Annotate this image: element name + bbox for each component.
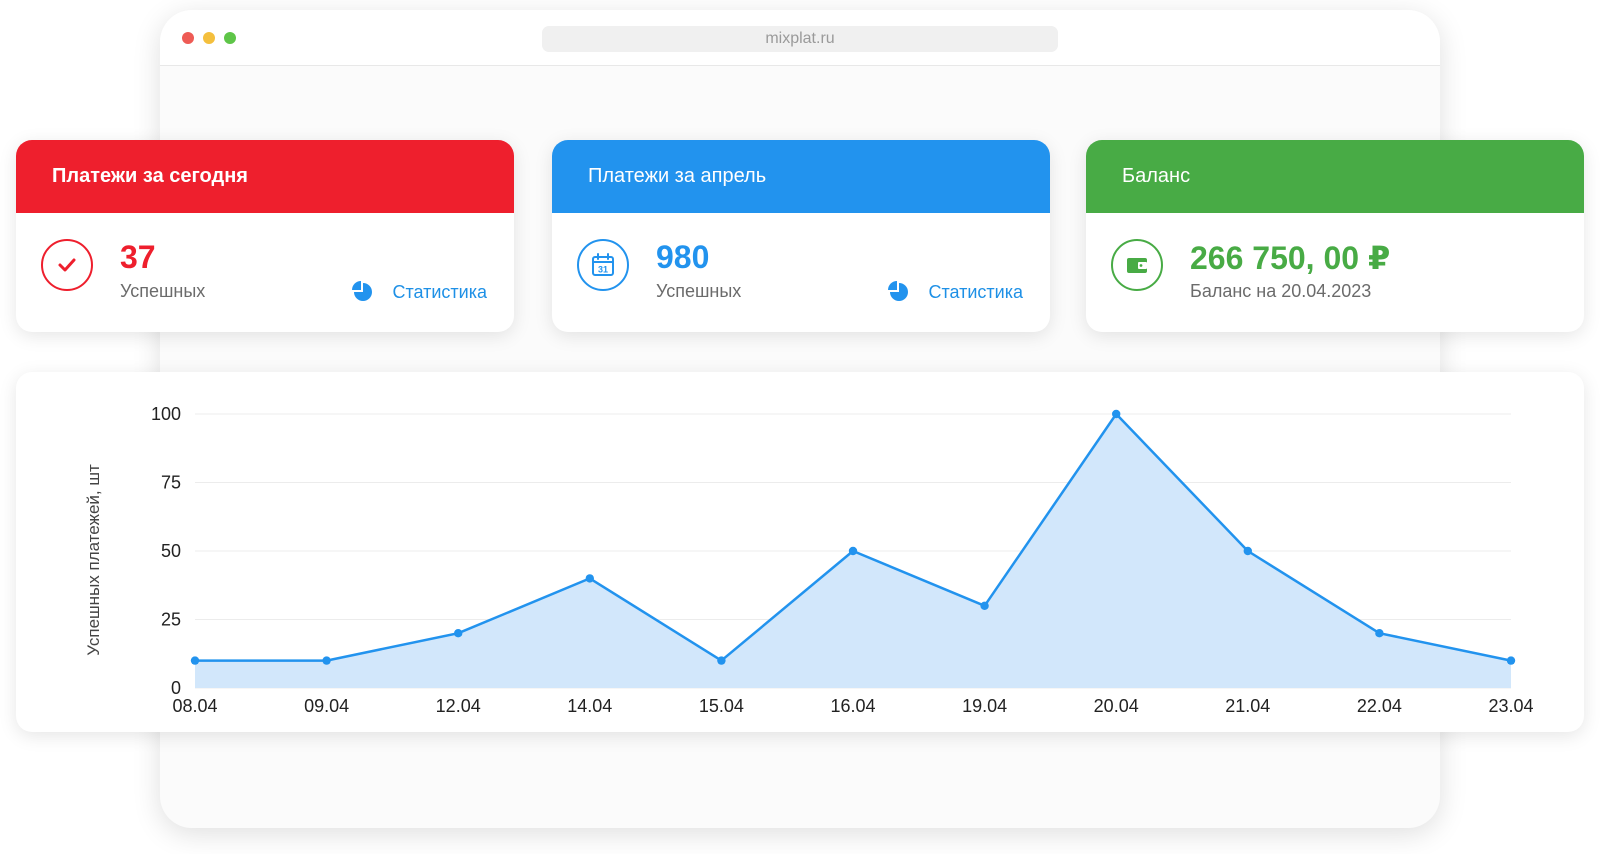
x-tick-label: 09.04 bbox=[304, 696, 349, 716]
x-tick-label: 14.04 bbox=[567, 696, 612, 716]
statistics-link[interactable]: Статистика bbox=[352, 281, 487, 303]
pie-chart-icon bbox=[352, 281, 373, 301]
data-point[interactable] bbox=[1506, 656, 1516, 665]
card-body: 31 980 Успешных Статистика bbox=[552, 213, 1050, 332]
pie-chart-icon bbox=[888, 281, 909, 301]
x-tick-label: 20.04 bbox=[1094, 696, 1139, 716]
wallet-icon bbox=[1111, 239, 1163, 291]
statistics-link-label: Статистика bbox=[928, 281, 1023, 302]
statistics-link[interactable]: Статистика bbox=[888, 281, 1023, 303]
x-tick-label: 22.04 bbox=[1357, 696, 1402, 716]
x-tick-label: 23.04 bbox=[1488, 696, 1533, 716]
data-point[interactable] bbox=[1375, 629, 1384, 638]
data-point[interactable] bbox=[322, 656, 331, 665]
y-axis-label: Успешных платежей, шт bbox=[84, 464, 103, 656]
payments-today-value: 37 bbox=[120, 239, 156, 275]
card-header: Платежи за сегодня bbox=[16, 140, 514, 213]
data-point[interactable] bbox=[454, 629, 463, 638]
x-tick-label: 21.04 bbox=[1225, 696, 1270, 716]
balance-value: 266 750, 00 ₽ bbox=[1190, 240, 1391, 276]
card-body: 266 750, 00 ₽ Баланс на 20.04.2023 bbox=[1086, 213, 1584, 332]
x-tick-label: 16.04 bbox=[830, 696, 875, 716]
statistics-link-label: Статистика bbox=[392, 281, 487, 302]
payments-chart: 0 25 50 75 100 08.04 09.04 12.04 14.04 15.04 16.0… bbox=[16, 372, 1584, 732]
address-bar[interactable]: mixplat.ru bbox=[542, 26, 1058, 52]
x-tick-label: 15.04 bbox=[699, 696, 744, 716]
browser-toolbar: mixplat.ru bbox=[160, 10, 1440, 66]
y-tick-label: 0 bbox=[171, 678, 181, 698]
card-balance: Баланс 266 750, 00 ₽ Баланс на 20.04.202… bbox=[1086, 140, 1584, 332]
balance-date-label: Баланс на 20.04.2023 bbox=[1190, 281, 1372, 301]
card-payments-today: Платежи за сегодня 37 Успешных Статистик… bbox=[16, 140, 514, 332]
data-point[interactable] bbox=[190, 656, 200, 665]
calendar-icon: 31 bbox=[577, 239, 629, 291]
data-point[interactable] bbox=[585, 574, 594, 583]
payments-month-value: 980 bbox=[656, 239, 710, 275]
card-payments-month: Платежи за апрель 31 980 Успешных Статис… bbox=[552, 140, 1050, 332]
chart-svg: 0 25 50 75 100 08.04 09.04 12.04 14.04 15.04 16.0… bbox=[151, 404, 1534, 716]
minimize-window-button[interactable] bbox=[203, 32, 215, 44]
payments-month-label: Успешных bbox=[656, 281, 742, 301]
y-tick-label: 100 bbox=[151, 404, 181, 424]
y-tick-label: 75 bbox=[161, 473, 181, 493]
card-header: Баланс bbox=[1086, 140, 1584, 213]
data-point[interactable] bbox=[980, 601, 989, 610]
close-window-button[interactable] bbox=[182, 32, 194, 44]
y-axis-ticks: 0 25 50 75 100 bbox=[151, 404, 181, 698]
data-point[interactable] bbox=[717, 656, 726, 665]
payments-today-label: Успешных bbox=[120, 281, 206, 301]
card-body: 37 Успешных Статистика bbox=[16, 213, 514, 332]
data-point[interactable] bbox=[848, 546, 858, 556]
x-axis-ticks: 08.04 09.04 12.04 14.04 15.04 16.04 19.04 20.04… bbox=[172, 696, 1533, 716]
checkmark-circle-icon bbox=[41, 239, 93, 291]
x-tick-label: 08.04 bbox=[172, 696, 217, 716]
y-tick-label: 25 bbox=[161, 610, 181, 630]
maximize-window-button[interactable] bbox=[224, 32, 236, 44]
y-tick-label: 50 bbox=[161, 541, 181, 561]
x-tick-label: 19.04 bbox=[962, 696, 1007, 716]
data-point[interactable] bbox=[1112, 409, 1121, 419]
x-tick-label: 12.04 bbox=[436, 696, 481, 716]
data-point[interactable] bbox=[1243, 546, 1253, 556]
card-header: Платежи за апрель bbox=[552, 140, 1050, 213]
svg-text:31: 31 bbox=[598, 265, 608, 275]
